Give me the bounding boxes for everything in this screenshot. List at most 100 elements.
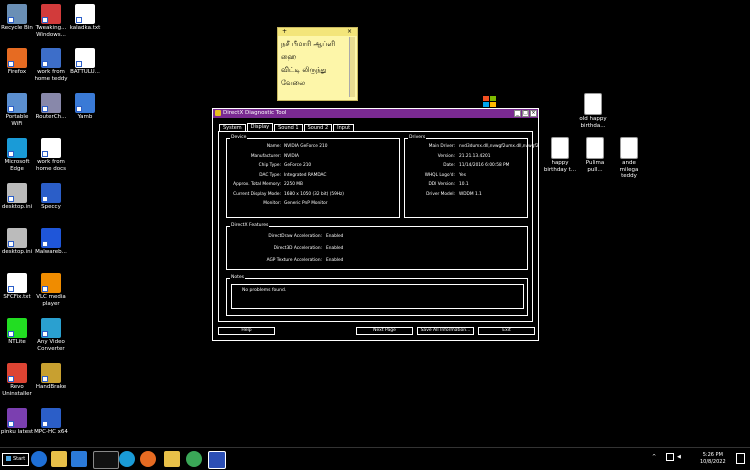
desktop-icon[interactable]: desktop.ini bbox=[0, 183, 34, 211]
field-label: Version: bbox=[437, 153, 455, 159]
desktop-icon-label: SFCFix.txt bbox=[3, 294, 31, 300]
notes-textbox[interactable]: No problems found. bbox=[231, 284, 524, 309]
desktop-icon-image bbox=[41, 183, 61, 203]
desktop-icon-image bbox=[7, 183, 27, 203]
exit-button[interactable]: Exit bbox=[478, 327, 535, 335]
desktop-icon[interactable]: Pulima pull... bbox=[578, 137, 612, 173]
desktop-icon-image bbox=[41, 408, 61, 428]
desktop-icon[interactable]: desktop.ini bbox=[0, 228, 34, 256]
desktop-icon[interactable]: work from home docs bbox=[34, 138, 68, 172]
desktop-icon-label: happy birthday t... bbox=[543, 160, 577, 173]
help-button[interactable]: Help bbox=[218, 327, 275, 335]
desktop-icon[interactable]: Tweaking... Windows... bbox=[34, 4, 68, 38]
desktop-icon-image bbox=[7, 228, 27, 248]
desktop-icon-label: Any Video Converter bbox=[37, 339, 65, 352]
sticky-note[interactable]: + × நசீ பீமாரி ஆப்ளி ஹை விட்டி லிருந்து … bbox=[277, 27, 358, 101]
document-icon bbox=[551, 137, 569, 159]
desktop-icon[interactable]: Yamb bbox=[68, 93, 102, 121]
field-value: Yes bbox=[459, 172, 466, 178]
desktop-icon-image bbox=[75, 48, 95, 68]
desktop-icon-image bbox=[7, 318, 27, 338]
field-label: Chip Type: bbox=[258, 163, 281, 168]
desktop-icon-label: Pulima pull... bbox=[585, 160, 605, 173]
shortcut-arrow-icon bbox=[8, 151, 14, 157]
desktop-icon-image bbox=[7, 138, 27, 158]
next-page-button[interactable]: Next Page bbox=[356, 327, 413, 335]
field-value: 11/14/2016 6:00:58 PM bbox=[459, 163, 510, 168]
maximize-button[interactable]: □ bbox=[522, 110, 529, 117]
shortcut-arrow-icon bbox=[8, 17, 14, 23]
shortcut-arrow-icon bbox=[42, 106, 48, 112]
desktop-icon[interactable]: Speccy bbox=[34, 183, 68, 211]
desktop-icon[interactable]: VLC media player bbox=[34, 273, 68, 307]
firefox-icon[interactable] bbox=[140, 451, 156, 467]
field-value: NVIDIA bbox=[284, 153, 299, 159]
notifications-icon[interactable] bbox=[736, 453, 745, 464]
field-value: 21.21.13.4201 bbox=[459, 153, 491, 159]
desktop-icon[interactable]: BATTULU... bbox=[68, 48, 102, 76]
field-label: AGP Texture Acceleration: bbox=[266, 258, 322, 263]
desktop-icon[interactable]: ande milega teddy bbox=[612, 137, 646, 180]
desktop-icon[interactable]: Any Video Converter bbox=[34, 318, 68, 352]
start-button[interactable]: Start bbox=[2, 453, 30, 466]
desktop-icon[interactable]: Firefox bbox=[0, 48, 34, 76]
desktop-icon-label: Yamb bbox=[77, 114, 93, 120]
desktop-icon[interactable]: happy birthday t... bbox=[543, 137, 577, 173]
media-player-icon[interactable] bbox=[71, 451, 87, 467]
close-icon[interactable]: × bbox=[347, 28, 352, 36]
desktop-icon[interactable]: MPC-HC x64 bbox=[34, 408, 68, 436]
display-tab-panel: Device Name: NVIDIA GeForce 210 Manufactur… bbox=[218, 131, 539, 322]
clock-time: 5:26 PM bbox=[702, 452, 723, 458]
field-value: nvd3dumx.dll,nvwgf2umx.dll,nvwgf2 bbox=[459, 144, 539, 149]
desktop-icon[interactable]: NTLite bbox=[0, 318, 34, 346]
desktop-icon[interactable]: pinku latest bbox=[0, 408, 34, 436]
desktop-icon[interactable]: Recycle Bin bbox=[0, 4, 34, 32]
file-explorer-icon[interactable] bbox=[51, 451, 67, 467]
shortcut-arrow-icon bbox=[8, 331, 14, 337]
notes-title: Notes bbox=[230, 275, 245, 281]
desktop-icon[interactable]: RouterCh... bbox=[34, 93, 68, 121]
desktop-icon[interactable]: HandBrake bbox=[34, 363, 68, 391]
desktop-icon-image bbox=[75, 93, 95, 113]
desktop-icon-label: Firefox bbox=[7, 69, 27, 75]
desktop-icon-label: RouterCh... bbox=[35, 114, 67, 120]
desktop-icon[interactable]: SFCFix.txt bbox=[0, 273, 34, 301]
ie-icon[interactable] bbox=[31, 451, 47, 467]
directx-diagnostic-window[interactable]: DirectX Diagnostic Tool _ □ × System Dis… bbox=[212, 108, 539, 341]
desktop-icon-image bbox=[41, 138, 61, 158]
field-label: Main Driver: bbox=[428, 144, 455, 149]
desktop-icon[interactable]: Revo Uninstaller bbox=[0, 363, 34, 397]
command-prompt-icon[interactable] bbox=[93, 451, 119, 469]
desktop-icon[interactable]: Malwareb... bbox=[34, 228, 68, 256]
volume-icon[interactable]: ◀ bbox=[677, 454, 681, 460]
minimize-button[interactable]: _ bbox=[514, 110, 521, 117]
chrome-icon[interactable] bbox=[186, 451, 202, 467]
clock[interactable]: 5:26 PM 10/8/2022 bbox=[700, 452, 726, 466]
desktop-icon[interactable]: work from home teddy bbox=[34, 48, 68, 82]
desktop-icon[interactable]: Microsoft Edge bbox=[0, 138, 34, 172]
notes-text: No problems found. bbox=[242, 288, 287, 293]
network-icon[interactable] bbox=[666, 453, 674, 461]
edge-icon[interactable] bbox=[119, 451, 135, 467]
desktop-icon-label: MPC-HC x64 bbox=[34, 429, 68, 435]
save-all-information-button[interactable]: Save All Information... bbox=[417, 327, 474, 335]
window-titlebar[interactable]: DirectX Diagnostic Tool _ □ × bbox=[213, 109, 538, 118]
desktop-icon[interactable]: old happy birthda... bbox=[576, 93, 610, 129]
windows-logo-icon[interactable] bbox=[482, 94, 498, 108]
desktop-icon[interactable]: Portable WiFi bbox=[0, 93, 34, 127]
dxdiag-taskbar-icon[interactable] bbox=[208, 451, 226, 469]
field-value: NVIDIA GeForce 210 bbox=[284, 144, 328, 149]
desktop-icon[interactable]: kaladka.txt bbox=[68, 4, 102, 32]
sticky-note-titlebar[interactable]: + × bbox=[278, 28, 357, 36]
close-button[interactable]: × bbox=[530, 110, 537, 117]
tray-chevron-icon[interactable]: ^ bbox=[652, 454, 656, 460]
folder-icon[interactable] bbox=[164, 451, 180, 467]
field-value: 10.1 bbox=[459, 182, 469, 187]
shortcut-arrow-icon bbox=[8, 196, 14, 202]
desktop-icon-label: NTLite bbox=[8, 339, 26, 345]
sticky-note-text[interactable]: நசீ பீமாரி ஆப்ளி ஹை விட்டி லிருந்து வேலை bbox=[278, 36, 357, 90]
add-note-icon[interactable]: + bbox=[282, 28, 287, 36]
document-icon bbox=[620, 137, 638, 159]
desktop-icon-image bbox=[41, 273, 61, 293]
sticky-note-scrollbar[interactable] bbox=[349, 37, 355, 97]
